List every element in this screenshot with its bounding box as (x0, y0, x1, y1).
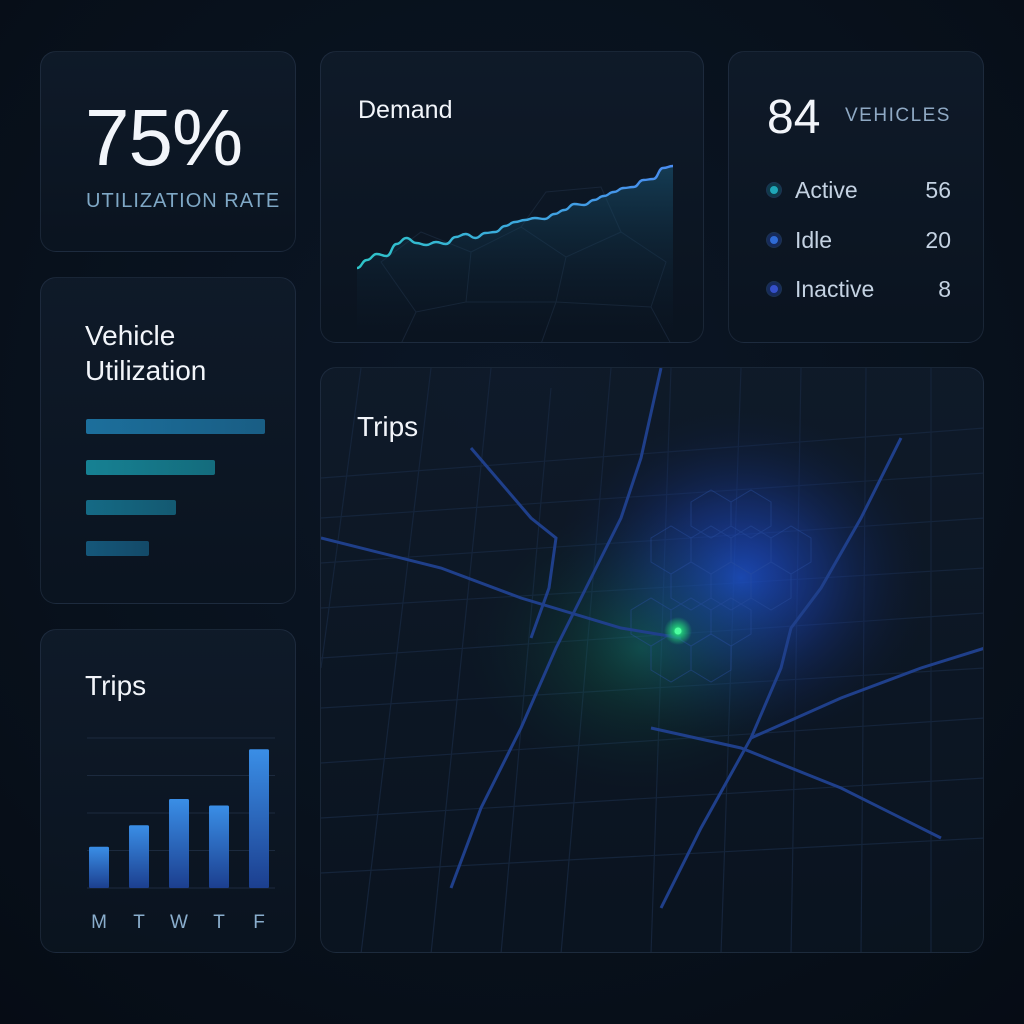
vehicles-unit-label: VEHICLES (845, 105, 951, 126)
trips-bar-chart: MTWTF (87, 737, 275, 933)
trips-day-label: W (170, 912, 188, 933)
vehicles-count: 84 (767, 91, 821, 144)
status-count: 20 (925, 227, 951, 253)
utilization-bar (86, 460, 215, 475)
vehicle-status-row-inactive: Inactive 8 (767, 276, 951, 306)
trips-day-label: T (133, 912, 145, 933)
vehicle-utilization-title: Vehicle Utilization (85, 320, 207, 386)
status-count: 56 (925, 177, 951, 203)
utilization-bar (86, 500, 176, 515)
status-label: Idle (795, 227, 833, 253)
utilization-rate-label: UTILIZATION RATE (86, 190, 281, 212)
status-dot-icon (767, 233, 781, 247)
status-count: 8 (938, 276, 951, 302)
utilization-bar (86, 541, 149, 556)
map-title: Trips (357, 411, 419, 442)
status-label: Active (795, 177, 858, 203)
trips-bar-4 (249, 749, 269, 888)
demand-title: Demand (358, 96, 453, 124)
trips-day-label: F (253, 912, 265, 933)
trips-map (321, 368, 983, 952)
demand-card: Demand (320, 51, 704, 343)
vehicle-status-row-active: Active 56 (767, 177, 951, 207)
trips-day-label: M (91, 912, 107, 933)
vehicles-card: 84 VEHICLES Active 56 Idle 20 Inactive 8 (728, 51, 984, 343)
vehicle-status-row-idle: Idle 20 (767, 227, 951, 257)
trips-bar-1 (129, 825, 149, 888)
trips-bar-3 (209, 805, 229, 888)
trips-bar-chart-card: M T W T F Trips (40, 629, 296, 953)
trips-map-card: Trips (320, 367, 984, 953)
utilization-rate-card: 75% UTILIZATION RATE (40, 51, 296, 252)
status-dot-icon (767, 183, 781, 197)
trip-location-marker-icon[interactable] (674, 627, 682, 635)
utilization-bar (86, 419, 265, 434)
trips-bar-2 (169, 798, 189, 888)
trips-bar-0 (89, 846, 109, 888)
trips-day-label: T (213, 912, 225, 933)
status-dot-icon (767, 282, 781, 296)
vehicle-utilization-card: Vehicle Utilization (40, 277, 296, 604)
utilization-rate-value: 75% (85, 93, 243, 182)
status-label: Inactive (795, 276, 875, 302)
trips-chart-title: Trips (85, 670, 147, 701)
